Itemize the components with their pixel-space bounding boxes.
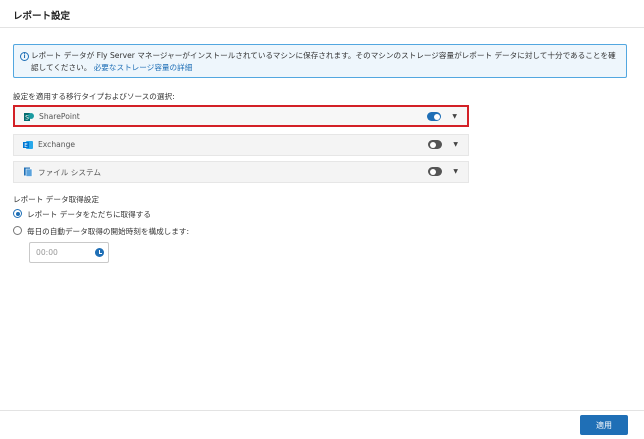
source-row-file-system[interactable]: ファイル システム ▼ (13, 161, 469, 183)
header: レポート設定 (0, 0, 644, 28)
footer-divider (0, 410, 644, 411)
start-time-input[interactable]: 00:00 (29, 242, 109, 263)
source-row-sharepoint[interactable]: S SharePoint ▼ (13, 105, 469, 127)
info-icon: i (20, 52, 29, 61)
file-system-toggle[interactable] (428, 167, 442, 176)
schedule-daily-label[interactable]: 毎日の自動データ取得の開始時刻を構成します: (27, 226, 189, 237)
chevron-down-icon[interactable]: ▼ (452, 113, 457, 120)
chevron-down-icon[interactable]: ▼ (453, 168, 458, 175)
svg-text:E: E (24, 143, 28, 149)
source-label: ファイル システム (38, 168, 101, 177)
chevron-down-icon[interactable]: ▼ (453, 141, 458, 148)
sources-heading: 設定を適用する移行タイプおよびソースの選択: (13, 92, 175, 101)
sharepoint-icon: S (24, 113, 34, 122)
apply-button[interactable]: 適用 (580, 415, 628, 435)
page-title: レポート設定 (13, 11, 71, 22)
sharepoint-toggle[interactable] (427, 112, 441, 121)
source-label: SharePoint (39, 112, 80, 121)
svg-text:S: S (25, 115, 29, 122)
retrieve-now-radio[interactable] (13, 209, 22, 218)
source-label: Exchange (38, 140, 76, 149)
retrieval-heading: レポート データ取得設定 (13, 195, 99, 204)
retrieve-now-label[interactable]: レポート データをただちに取得する (27, 209, 151, 220)
source-row-exchange[interactable]: E Exchange ▼ (13, 134, 469, 156)
file-system-icon (24, 167, 33, 177)
time-placeholder: 00:00 (36, 248, 58, 257)
info-banner: i レポート データが Fly Server マネージャーがインストールされてい… (13, 44, 627, 78)
exchange-icon: E (23, 141, 33, 149)
schedule-daily-radio[interactable] (13, 226, 22, 235)
exchange-toggle[interactable] (428, 140, 442, 149)
info-text: レポート データが Fly Server マネージャーがインストールされているマ… (31, 50, 617, 74)
clock-icon[interactable] (95, 248, 104, 257)
storage-details-link[interactable]: 必要なストレージ容量の詳細 (94, 63, 193, 72)
